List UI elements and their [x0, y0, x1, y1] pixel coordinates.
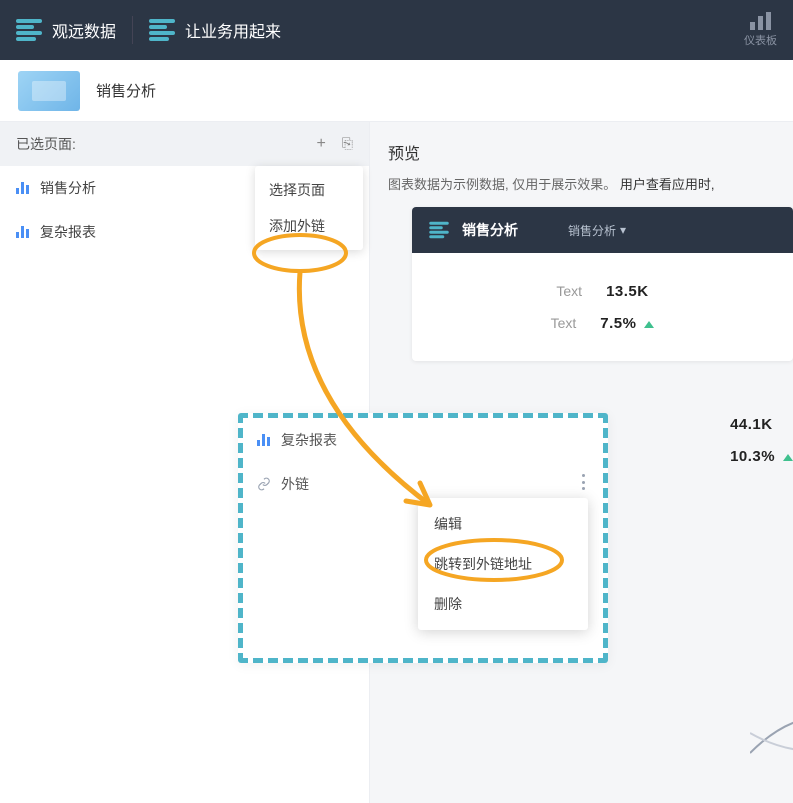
dashboard-nav[interactable]: 仪表板 [744, 12, 777, 48]
card-dropdown-label: 销售分析 [568, 222, 616, 239]
logo-icon [149, 19, 175, 41]
sidebar-header: 已选页面: + ⎘ [0, 122, 369, 166]
menu-item-add-link[interactable]: 添加外链 [255, 208, 363, 244]
ctx-edit[interactable]: 编辑 [418, 504, 588, 544]
partial-card: 44.1K 10.3% [730, 412, 793, 468]
metric-key: Text [551, 315, 577, 331]
brand-block: 观远数据 [16, 18, 116, 42]
breadcrumb-row: 销售分析 [0, 60, 793, 122]
metric-row: Text 7.5% [412, 311, 793, 335]
export-button[interactable]: ⎘ [342, 135, 353, 153]
preview-card: 销售分析 销售分析 ▾ Text 13.5K Text 7.5% [412, 207, 793, 361]
card-header: 销售分析 销售分析 ▾ [412, 207, 793, 253]
logo-icon [429, 222, 449, 239]
sidebar-header-label: 已选页面: [16, 134, 76, 154]
card-dropdown[interactable]: 销售分析 ▾ [568, 222, 626, 239]
sidebar-item-label: 复杂报表 [40, 222, 96, 242]
ctx-delete[interactable]: 删除 [418, 584, 588, 624]
preview-note: 图表数据为示例数据, 仅用于展示效果。 用户查看应用时, [388, 174, 793, 193]
top-bar: 观远数据 让业务用起来 仪表板 [0, 0, 793, 60]
metric-row: Text 13.5K [412, 279, 793, 303]
metric-key: Text [556, 283, 582, 299]
metric-value: 7.5% [600, 315, 636, 332]
trend-up-icon [644, 321, 654, 328]
more-actions-button[interactable] [575, 474, 591, 490]
add-page-menu: 选择页面 添加外链 [255, 166, 363, 250]
dashboard-label: 仪表板 [744, 32, 777, 48]
metric-value: 10.3% [730, 448, 775, 465]
metric-value: 13.5K [606, 283, 649, 300]
context-menu: 编辑 跳转到外链地址 删除 [418, 498, 588, 630]
ctx-goto-link[interactable]: 跳转到外链地址 [418, 544, 588, 584]
slogan-text: 让业务用起来 [185, 18, 281, 42]
sparkline-background [750, 643, 793, 803]
brand-name: 观远数据 [52, 18, 116, 42]
sidebar-item-label: 销售分析 [40, 178, 96, 198]
divider [132, 16, 133, 44]
dashboard-icon [750, 12, 771, 30]
dash-item-label: 外链 [281, 474, 309, 494]
menu-item-select-page[interactable]: 选择页面 [255, 172, 363, 208]
annotation-box: 复杂报表 外链 编辑 跳转到外链地址 删除 [238, 413, 608, 663]
metric-value: 44.1K [730, 416, 773, 433]
logo-icon [16, 19, 42, 41]
chevron-down-icon: ▾ [620, 223, 626, 237]
trend-up-icon [783, 454, 793, 461]
page-title: 销售分析 [96, 80, 156, 101]
bar-chart-icon [257, 434, 271, 446]
preview-title: 预览 [388, 140, 793, 164]
preview-note-bold: 用户查看应用时, [620, 177, 715, 192]
card-title: 销售分析 [462, 220, 518, 240]
page-thumbnail [18, 71, 80, 111]
bar-chart-icon [16, 226, 30, 238]
bar-chart-icon [16, 182, 30, 194]
link-icon [257, 477, 271, 491]
dash-item-label: 复杂报表 [281, 430, 337, 450]
preview-note-text: 图表数据为示例数据, 仅用于展示效果。 [388, 177, 616, 192]
dash-item-complex[interactable]: 复杂报表 [243, 418, 603, 462]
add-page-button[interactable]: + [316, 135, 325, 153]
slogan-block: 让业务用起来 [149, 18, 281, 42]
